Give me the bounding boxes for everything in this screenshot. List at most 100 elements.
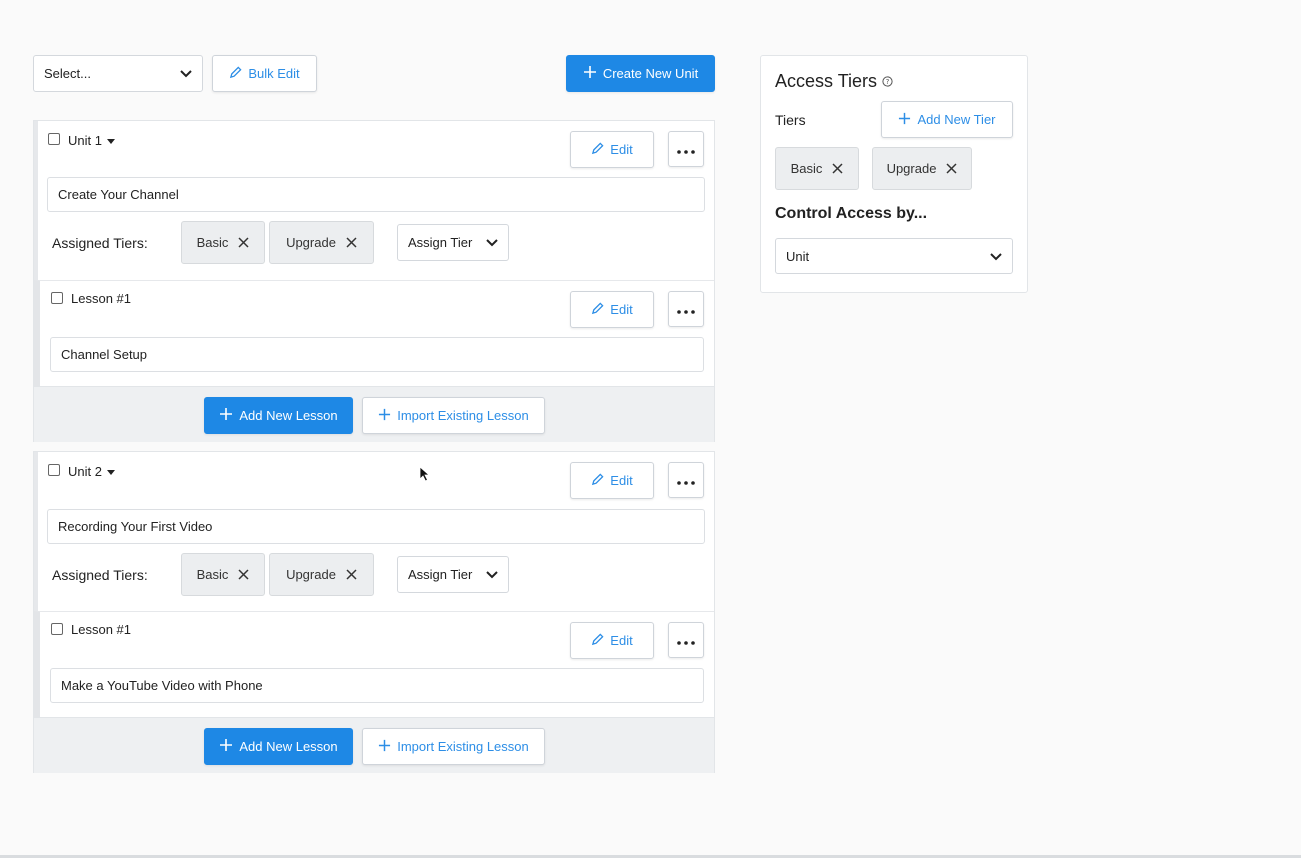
- access-tiers-panel: Access Tiers ? Tiers Add New Tier Basic …: [760, 55, 1028, 293]
- plus-icon: [583, 65, 597, 82]
- panel-title: Access Tiers ?: [775, 71, 893, 92]
- lesson-title-value: Make a YouTube Video with Phone: [61, 678, 263, 693]
- unit-edit-button[interactable]: Edit: [570, 462, 654, 499]
- lesson-edit-button[interactable]: Edit: [570, 622, 654, 659]
- tier-tag-label: Basic: [196, 567, 229, 582]
- unit-card: Unit 1 Edit Create Your Channel Assigned…: [33, 120, 715, 442]
- unit-header: Unit 1 Edit Create Your Channel Assigned…: [34, 121, 714, 280]
- panel-tier-upgrade: Upgrade: [872, 147, 972, 190]
- plus-icon: [378, 408, 391, 424]
- pencil-icon: [591, 301, 604, 318]
- create-new-unit-button[interactable]: Create New Unit: [566, 55, 715, 92]
- tier-tag-label: Basic: [790, 161, 823, 176]
- plus-icon: [219, 738, 233, 755]
- bulk-action-select-value: Select...: [44, 66, 91, 81]
- close-icon[interactable]: [946, 163, 957, 174]
- tier-tag-label: Upgrade: [286, 567, 336, 582]
- add-new-lesson-label: Add New Lesson: [239, 739, 338, 754]
- lesson-edit-button[interactable]: Edit: [570, 291, 654, 328]
- close-icon[interactable]: [832, 163, 843, 174]
- chevron-down-icon: [486, 567, 498, 582]
- add-new-lesson-label: Add New Lesson: [239, 408, 338, 423]
- mouse-cursor-icon: [419, 466, 431, 485]
- unit-edit-label: Edit: [610, 473, 633, 488]
- more-dots-icon: [677, 633, 695, 648]
- unit-edit-button[interactable]: Edit: [570, 131, 654, 168]
- bulk-action-select[interactable]: Select...: [33, 55, 203, 92]
- close-icon[interactable]: [346, 237, 357, 248]
- unit-footer: Add New Lesson Import Existing Lesson: [34, 717, 714, 773]
- chevron-down-icon: [180, 66, 192, 81]
- unit-edit-label: Edit: [610, 142, 633, 157]
- lesson-checkbox[interactable]: [51, 292, 63, 304]
- more-dots-icon: [677, 142, 695, 157]
- assign-tier-select[interactable]: Assign Tier: [397, 224, 509, 261]
- caret-down-icon: [106, 139, 115, 145]
- lesson-title-input[interactable]: Make a YouTube Video with Phone: [50, 668, 704, 703]
- tier-tag-label: Upgrade: [286, 235, 336, 250]
- lesson-title-value: Channel Setup: [61, 347, 148, 362]
- import-existing-lesson-label: Import Existing Lesson: [397, 739, 529, 754]
- assign-tier-label: Assign Tier: [408, 235, 473, 250]
- panel-tier-basic: Basic: [775, 147, 859, 190]
- unit-name-toggle[interactable]: Unit 1: [68, 133, 115, 148]
- control-access-value: Unit: [786, 248, 810, 264]
- unit-more-button[interactable]: [668, 462, 704, 498]
- more-dots-icon: [677, 302, 695, 317]
- lesson-more-button[interactable]: [668, 291, 704, 327]
- lesson-title-input[interactable]: Channel Setup: [50, 337, 704, 372]
- plus-icon: [898, 112, 911, 128]
- plus-icon: [219, 407, 233, 424]
- lesson-name: Lesson #1: [71, 622, 131, 637]
- unit-title-value: Recording Your First Video: [58, 519, 213, 534]
- assigned-tiers-label: Assigned Tiers:: [52, 567, 148, 583]
- panel-title-text: Access Tiers: [775, 71, 878, 91]
- bulk-edit-label: Bulk Edit: [248, 66, 300, 81]
- unit-title-input[interactable]: Recording Your First Video: [47, 509, 705, 544]
- help-icon[interactable]: ?: [882, 71, 893, 92]
- unit-header: Unit 2 Edit Recording Your First Video A…: [34, 452, 714, 611]
- import-existing-lesson-button[interactable]: Import Existing Lesson: [362, 397, 545, 434]
- tier-tag-upgrade: Upgrade: [269, 553, 374, 596]
- unit-checkbox[interactable]: [48, 464, 60, 476]
- add-new-lesson-button[interactable]: Add New Lesson: [204, 728, 353, 765]
- assign-tier-select[interactable]: Assign Tier: [397, 556, 509, 593]
- assign-tier-label: Assign Tier: [408, 567, 473, 582]
- more-dots-icon: [677, 473, 695, 488]
- assigned-tiers-label: Assigned Tiers:: [52, 235, 148, 251]
- import-existing-lesson-button[interactable]: Import Existing Lesson: [362, 728, 545, 765]
- lesson-more-button[interactable]: [668, 622, 704, 658]
- chevron-down-icon: [990, 249, 1002, 264]
- pencil-icon: [591, 632, 604, 649]
- close-icon[interactable]: [346, 569, 357, 580]
- tiers-label: Tiers: [775, 112, 806, 128]
- unit-title-input[interactable]: Create Your Channel: [47, 177, 705, 212]
- unit-name: Unit 1: [68, 133, 102, 148]
- tier-tag-label: Basic: [196, 235, 229, 250]
- bulk-edit-button[interactable]: Bulk Edit: [212, 55, 317, 92]
- close-icon[interactable]: [238, 237, 249, 248]
- unit-name-toggle[interactable]: Unit 2: [68, 464, 115, 479]
- close-icon[interactable]: [238, 569, 249, 580]
- tier-tag-basic: Basic: [181, 553, 265, 596]
- svg-text:?: ?: [886, 78, 890, 86]
- create-new-unit-label: Create New Unit: [602, 66, 699, 81]
- plus-icon: [378, 739, 391, 755]
- control-access-select[interactable]: Unit: [775, 238, 1013, 274]
- unit-more-button[interactable]: [668, 131, 704, 167]
- lesson-row: Lesson #1 Edit Make a YouTube Video with…: [34, 611, 714, 717]
- pencil-icon: [229, 65, 242, 82]
- pencil-icon: [591, 472, 604, 489]
- add-new-tier-button[interactable]: Add New Tier: [881, 101, 1013, 138]
- lesson-edit-label: Edit: [610, 633, 633, 648]
- lesson-checkbox[interactable]: [51, 623, 63, 635]
- add-new-lesson-button[interactable]: Add New Lesson: [204, 397, 353, 434]
- unit-card: Unit 2 Edit Recording Your First Video A…: [33, 451, 715, 773]
- caret-down-icon: [106, 470, 115, 476]
- unit-title-value: Create Your Channel: [58, 187, 179, 202]
- tier-tag-basic: Basic: [181, 221, 265, 264]
- unit-checkbox[interactable]: [48, 133, 60, 145]
- tier-tag-upgrade: Upgrade: [269, 221, 374, 264]
- chevron-down-icon: [486, 235, 498, 250]
- add-new-tier-label: Add New Tier: [917, 112, 996, 127]
